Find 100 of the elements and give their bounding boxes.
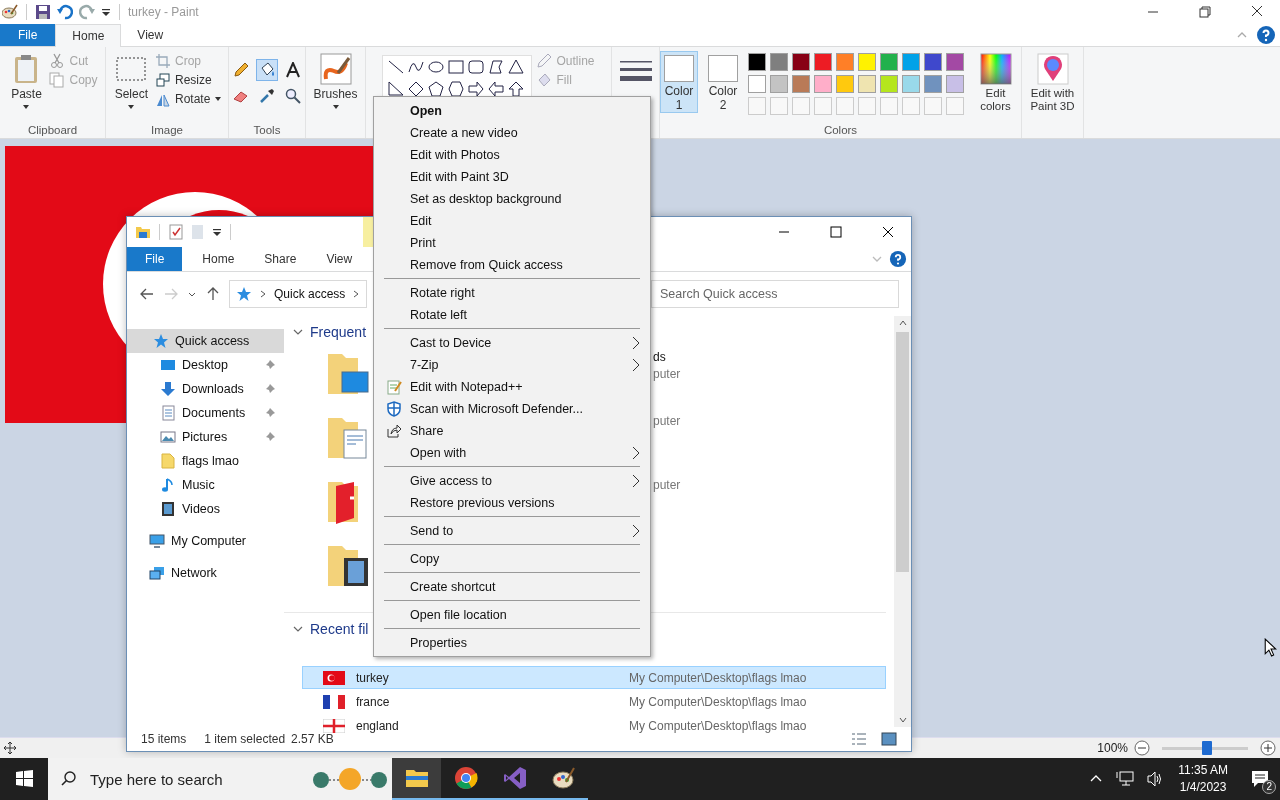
- color-swatch[interactable]: [836, 75, 854, 93]
- polygon-shape-icon[interactable]: [487, 58, 506, 76]
- sidebar-item[interactable]: Quick access: [127, 329, 284, 353]
- hexagon-shape-icon[interactable]: [447, 80, 466, 98]
- menu-item[interactable]: Edit with Notepad++: [376, 376, 648, 398]
- color-swatch[interactable]: [792, 75, 810, 93]
- ribbon-tab[interactable]: View: [121, 24, 180, 46]
- empty-swatch[interactable]: [946, 97, 964, 115]
- menu-item[interactable]: Properties: [376, 632, 648, 654]
- scroll-up-icon[interactable]: [897, 318, 908, 328]
- large-icons-view-icon[interactable]: [881, 731, 897, 747]
- clock-date[interactable]: 1/4/2023: [1179, 779, 1227, 796]
- menu-item[interactable]: 7-Zip: [376, 354, 648, 376]
- menu-item[interactable]: Copy: [376, 548, 648, 570]
- menu-item[interactable]: Give access to: [376, 470, 648, 492]
- ribbon-tab[interactable]: File: [127, 247, 183, 271]
- sidebar-item[interactable]: Network: [127, 561, 284, 585]
- color-swatch[interactable]: [902, 75, 920, 93]
- file-explorer-icon[interactable]: [392, 758, 441, 800]
- file-row[interactable]: turkey My Computer\Desktop\flags lmao: [302, 666, 886, 689]
- sidebar-item[interactable]: Videos: [127, 497, 284, 521]
- properties-icon[interactable]: [168, 224, 184, 240]
- file-row[interactable]: france My Computer\Desktop\flags lmao: [302, 690, 886, 713]
- paste-button[interactable]: Paste: [7, 51, 46, 113]
- empty-swatch[interactable]: [770, 97, 788, 115]
- resize-button[interactable]: Resize: [155, 72, 223, 88]
- help-icon[interactable]: [1256, 25, 1276, 45]
- color-swatch[interactable]: [902, 53, 920, 71]
- network-icon[interactable]: [1116, 770, 1135, 788]
- paint-bucket-icon[interactable]: [256, 59, 278, 81]
- ribbon-tab[interactable]: Home: [188, 247, 249, 271]
- color-swatch[interactable]: [858, 53, 876, 71]
- menu-item[interactable]: Print: [376, 232, 648, 254]
- redo-icon[interactable]: [79, 4, 95, 20]
- right-arrow-shape-icon[interactable]: [467, 80, 486, 98]
- empty-swatch[interactable]: [792, 97, 810, 115]
- scroll-down-icon[interactable]: [897, 715, 908, 725]
- menu-item[interactable]: Rotate right: [376, 282, 648, 304]
- menu-item[interactable]: Rotate left: [376, 304, 648, 326]
- menu-item[interactable]: Create a new video: [376, 122, 648, 144]
- menu-item[interactable]: Edit with Photos: [376, 144, 648, 166]
- empty-swatch[interactable]: [924, 97, 942, 115]
- color-swatch[interactable]: [770, 53, 788, 71]
- brushes-button[interactable]: Brushes: [310, 51, 361, 113]
- color-swatch[interactable]: [814, 75, 832, 93]
- color-swatch[interactable]: [748, 53, 766, 71]
- color-swatch[interactable]: [814, 53, 832, 71]
- menu-item[interactable]: Open with: [376, 442, 648, 464]
- notifications-icon[interactable]: [1250, 769, 1270, 789]
- empty-swatch[interactable]: [880, 97, 898, 115]
- save-icon[interactable]: [35, 4, 51, 20]
- empty-swatch[interactable]: [748, 97, 766, 115]
- zoom-slider-thumb[interactable]: [1201, 741, 1212, 755]
- paint-3d-button[interactable]: Edit with Paint 3D: [1022, 51, 1083, 115]
- line-shape-icon[interactable]: [387, 58, 406, 76]
- empty-swatch[interactable]: [836, 97, 854, 115]
- menu-item[interactable]: Cast to Device: [376, 332, 648, 354]
- menu-item[interactable]: Share: [376, 420, 648, 442]
- color-swatch[interactable]: [924, 75, 942, 93]
- color-swatch[interactable]: [924, 53, 942, 71]
- color-swatch[interactable]: [836, 53, 854, 71]
- menu-item[interactable]: Remove from Quick access: [376, 254, 648, 276]
- scrollbar[interactable]: [894, 316, 911, 727]
- color-swatch[interactable]: [748, 75, 766, 93]
- back-icon[interactable]: [139, 286, 155, 302]
- color-swatch[interactable]: [770, 75, 788, 93]
- left-arrow-shape-icon[interactable]: [487, 80, 506, 98]
- oval-shape-icon[interactable]: [427, 58, 446, 76]
- sidebar-item[interactable]: flags lmao: [127, 449, 284, 473]
- diamond-shape-icon[interactable]: [407, 80, 426, 98]
- menu-item[interactable]: Open file location: [376, 604, 648, 626]
- sidebar-item[interactable]: Pictures: [127, 425, 284, 449]
- color-swatch[interactable]: [880, 53, 898, 71]
- color-slot-button[interactable]: Color 1: [660, 51, 698, 113]
- color-slot-button[interactable]: Color 2: [704, 51, 742, 113]
- zoom-out-icon[interactable]: [1134, 740, 1150, 756]
- ribbon-tab[interactable]: Share: [250, 247, 311, 271]
- taskbar-search-field[interactable]: Type here to search: [48, 758, 392, 800]
- help-icon[interactable]: [889, 250, 907, 268]
- color-swatch[interactable]: [880, 75, 898, 93]
- triangle-shape-icon[interactable]: [507, 58, 526, 76]
- clock-time[interactable]: 11:35 AM: [1178, 762, 1228, 779]
- menu-item[interactable]: Restore previous versions: [376, 492, 648, 514]
- search-field[interactable]: Search Quick access: [651, 280, 899, 308]
- address-bar[interactable]: Quick access: [229, 280, 368, 308]
- zoom-in-icon[interactable]: [1260, 740, 1276, 756]
- sidebar-item[interactable]: Documents: [127, 401, 284, 425]
- select-button[interactable]: Select: [111, 51, 151, 113]
- undo-icon[interactable]: [57, 4, 73, 20]
- customize-caret-icon[interactable]: [101, 7, 111, 17]
- edit-colors-button[interactable]: Edit colors: [970, 51, 1021, 115]
- ribbon-tab[interactable]: File: [0, 24, 56, 46]
- rounded-rectangle-shape-icon[interactable]: [467, 58, 486, 76]
- menu-item[interactable]: Edit: [376, 210, 648, 232]
- pentagon-shape-icon[interactable]: [427, 80, 446, 98]
- color-swatch[interactable]: [946, 75, 964, 93]
- right-triangle-shape-icon[interactable]: [387, 80, 406, 98]
- menu-item[interactable]: Open: [376, 100, 648, 122]
- color-swatch[interactable]: [792, 53, 810, 71]
- sidebar-item[interactable]: Desktop: [127, 353, 284, 377]
